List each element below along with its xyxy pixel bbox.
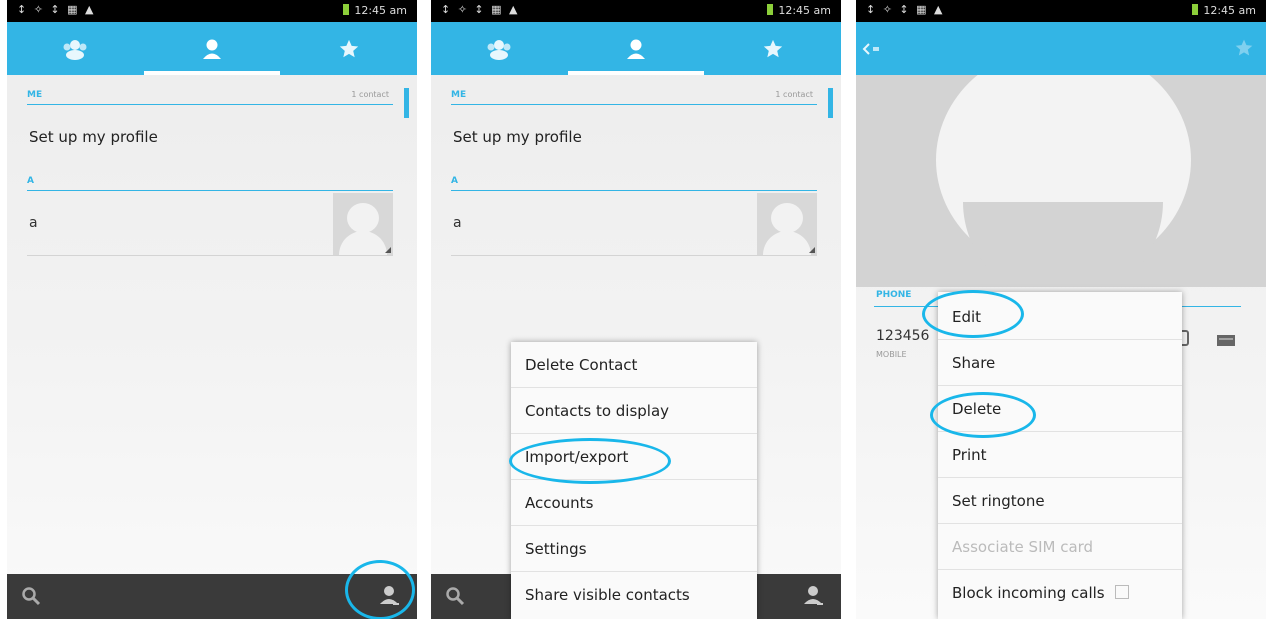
- tab-favorites[interactable]: [281, 22, 417, 75]
- status-time: 12:45 am: [778, 4, 831, 17]
- tab-favorites[interactable]: [705, 22, 841, 75]
- overflow-menu: Edit Share Delete Print Set ringtone Ass…: [938, 292, 1182, 619]
- set-up-profile-row[interactable]: Set up my profile: [453, 128, 582, 146]
- menu-item-import-export[interactable]: Import/export: [511, 434, 757, 480]
- person-icon: [627, 39, 645, 59]
- scrollbar[interactable]: [404, 88, 409, 118]
- menu-item-delete[interactable]: Delete: [938, 386, 1182, 432]
- menu-item-edit[interactable]: Edit: [938, 294, 1182, 340]
- battery-icon: [343, 4, 350, 15]
- section-header-a: A: [451, 176, 817, 191]
- scrollbar[interactable]: [828, 88, 833, 118]
- groups-icon: [487, 39, 511, 60]
- section-header-a: A: [27, 176, 393, 191]
- phone-type: MOBILE: [876, 350, 907, 359]
- screen-contacts-list: ↕ ✧ ↕ ▦ ▲ 12:45 am ME 1 contact Set up m…: [7, 0, 417, 619]
- section-header-me: ME 1 contact: [27, 90, 393, 105]
- menu-item-set-ringtone[interactable]: Set ringtone: [938, 478, 1182, 524]
- contact-photo: [856, 75, 1266, 287]
- tab-indicator: [144, 71, 280, 75]
- menu-item-delete-contact[interactable]: Delete Contact: [511, 342, 757, 388]
- add-contact-icon[interactable]: [379, 584, 401, 608]
- tab-contacts[interactable]: [568, 22, 704, 75]
- tab-groups[interactable]: [7, 22, 143, 75]
- back-icon[interactable]: [862, 41, 882, 57]
- tab-groups[interactable]: [431, 22, 567, 75]
- star-icon[interactable]: [1234, 38, 1254, 58]
- menu-item-share[interactable]: Share: [938, 340, 1182, 386]
- person-icon: [203, 39, 221, 59]
- contact-count: 1 contact: [775, 90, 813, 99]
- contact-name: a: [29, 215, 38, 231]
- menu-item-share-visible-contacts[interactable]: Share visible contacts: [511, 572, 757, 618]
- contact-name: a: [453, 215, 462, 231]
- block-calls-checkbox[interactable]: [1114, 585, 1129, 599]
- status-icons: ↕ ✧ ↕ ▦ ▲: [17, 3, 96, 16]
- star-icon: [339, 39, 359, 57]
- add-contact-icon[interactable]: [803, 584, 825, 608]
- menu-item-contacts-to-display[interactable]: Contacts to display: [511, 388, 757, 434]
- section-header-phone: PHONE: [876, 290, 912, 300]
- tab-bar: [431, 22, 841, 75]
- avatar[interactable]: [757, 193, 817, 255]
- menu-item-associate-sim: Associate SIM card: [938, 524, 1182, 570]
- search-icon[interactable]: [21, 586, 41, 606]
- menu-item-print[interactable]: Print: [938, 432, 1182, 478]
- section-header-me: ME 1 contact: [451, 90, 817, 105]
- battery-icon: [1192, 4, 1199, 15]
- tab-contacts[interactable]: [144, 22, 280, 75]
- bottom-action-bar: [7, 574, 417, 619]
- status-bar: ↕ ✧ ↕ ▦ ▲ 12:45 am: [431, 0, 841, 22]
- search-icon[interactable]: [445, 586, 465, 606]
- contact-row[interactable]: a: [27, 193, 393, 256]
- status-time: 12:45 am: [354, 4, 407, 17]
- status-time: 12:45 am: [1203, 4, 1256, 17]
- status-bar: ↕ ✧ ↕ ▦ ▲ 12:45 am: [7, 0, 417, 22]
- tab-indicator: [568, 71, 704, 75]
- set-up-profile-row[interactable]: Set up my profile: [29, 128, 158, 146]
- battery-icon: [767, 4, 774, 15]
- contact-count: 1 contact: [351, 90, 389, 99]
- status-icons: ↕ ✧ ↕ ▦ ▲: [866, 3, 945, 16]
- menu-item-accounts[interactable]: Accounts: [511, 480, 757, 526]
- groups-icon: [63, 39, 87, 60]
- status-bar: ↕ ✧ ↕ ▦ ▲ 12:45 am: [856, 0, 1266, 22]
- overflow-menu: Delete Contact Contacts to display Impor…: [511, 342, 757, 619]
- status-icons: ↕ ✧ ↕ ▦ ▲: [441, 3, 520, 16]
- avatar[interactable]: [333, 193, 393, 255]
- menu-item-settings[interactable]: Settings: [511, 526, 757, 572]
- action-bar: [856, 22, 1266, 75]
- screen-contacts-menu: ↕ ✧ ↕ ▦ ▲ 12:45 am ME 1 contact Set up m…: [431, 0, 841, 619]
- tab-bar: [7, 22, 417, 75]
- message-icon[interactable]: [1216, 334, 1236, 347]
- star-icon: [763, 39, 783, 57]
- contact-row[interactable]: a: [451, 193, 817, 256]
- screen-contact-details: ↕ ✧ ↕ ▦ ▲ 12:45 am PHONE 123456 MOBILE E…: [856, 0, 1266, 619]
- phone-number[interactable]: 123456: [876, 328, 929, 344]
- menu-item-block-calls[interactable]: Block incoming calls: [938, 570, 1182, 616]
